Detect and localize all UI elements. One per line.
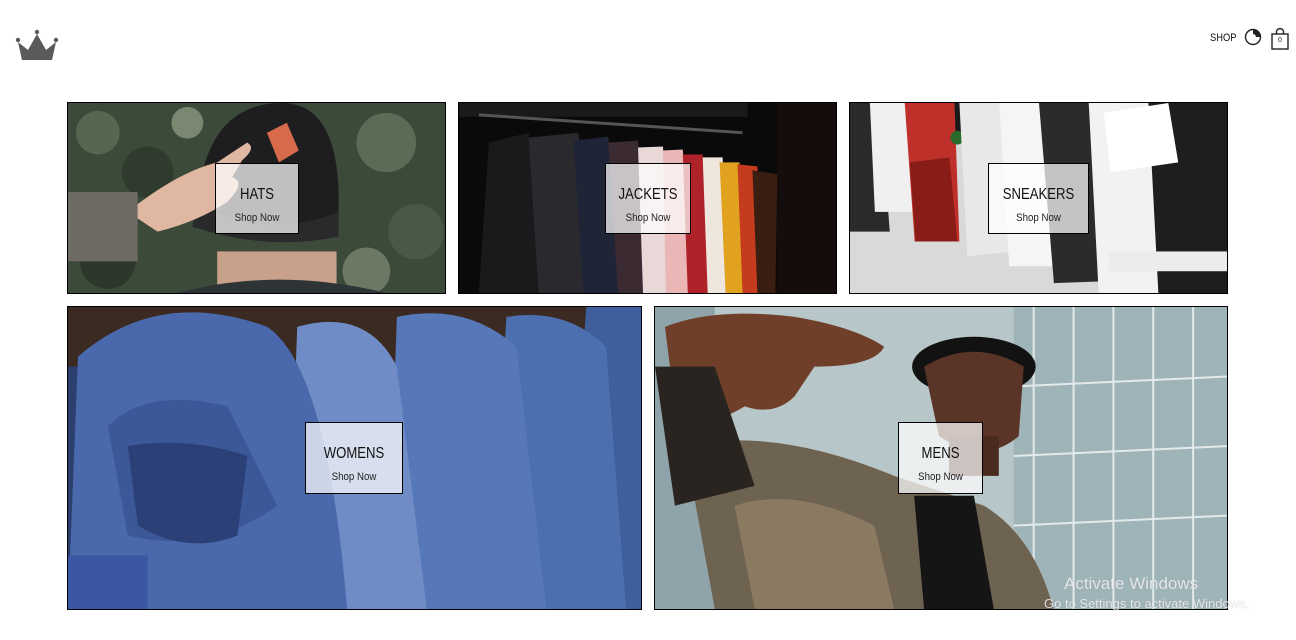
category-tile-hats[interactable]: HATS Shop Now [67,102,446,294]
tile-label-mens: MENS Shop Now [898,422,983,494]
tile-title: WOMENS [323,445,385,462]
page: SHOP 0 HATS Shop Now JACKETS Shop Now SN… [0,0,1296,640]
tile-title: JACKETS [618,186,678,203]
tile-label-sneakers: SNEAKERS Shop Now [988,163,1089,234]
shop-now-link[interactable]: Shop Now [221,212,293,224]
tile-title: MENS [921,445,960,462]
tile-label-hats: HATS Shop Now [215,163,299,234]
shop-now-link[interactable]: Shop Now [995,212,1082,224]
shop-now-link[interactable]: Shop Now [611,212,685,224]
activation-watermark: Activate Windows Go to Settings to activ… [1044,574,1249,611]
watermark-subtitle: Go to Settings to activate Windows. [1044,596,1250,611]
crown-icon[interactable] [14,28,60,64]
tile-title: HATS [239,186,275,203]
category-tile-mens[interactable]: MENS Shop Now [654,306,1228,610]
tile-title: SNEAKERS [1002,186,1075,203]
category-tile-jackets[interactable]: JACKETS Shop Now [458,102,837,294]
watermark-title: Activate Windows [1064,574,1199,593]
category-tile-sneakers[interactable]: SNEAKERS Shop Now [849,102,1228,294]
category-tile-womens[interactable]: WOMENS Shop Now [67,306,642,610]
tile-label-jackets: JACKETS Shop Now [605,163,691,234]
cart-button[interactable]: 0 [1270,27,1290,50]
cart-count: 0 [1278,37,1282,44]
shop-now-link[interactable]: Shop Now [312,471,396,483]
tile-label-womens: WOMENS Shop Now [305,422,403,494]
shop-now-link[interactable]: Shop Now [904,471,977,483]
user-icon[interactable] [1244,28,1262,46]
nav-shop-link[interactable]: SHOP [1210,32,1237,44]
